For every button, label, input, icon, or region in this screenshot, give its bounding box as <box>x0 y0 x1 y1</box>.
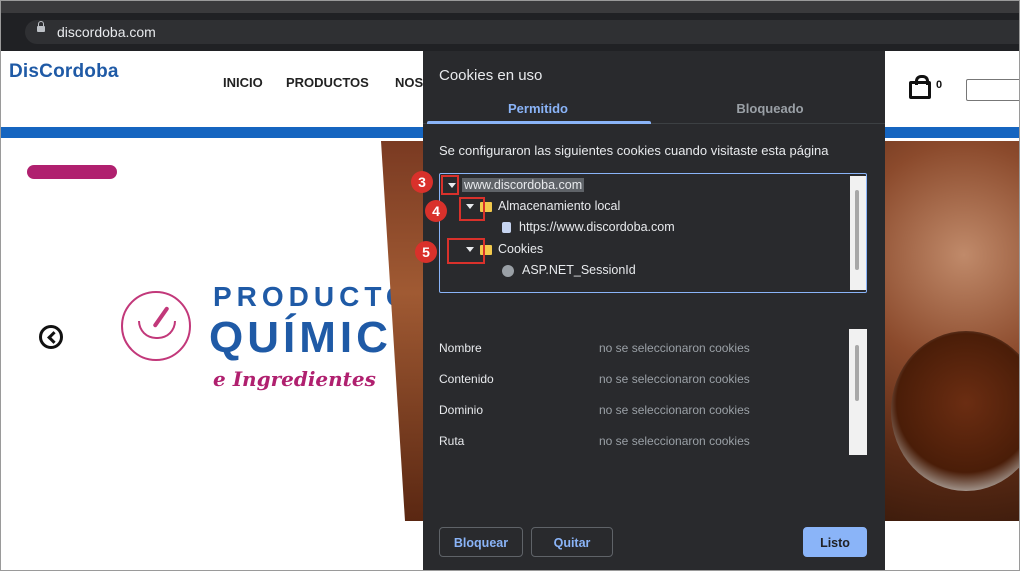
nav-nosotros[interactable]: NOS <box>395 75 423 90</box>
dialog-title: Cookies en uso <box>439 67 543 84</box>
omnibox[interactable]: discordoba.com <box>25 20 1019 44</box>
annotation-badge-5: 5 <box>415 241 437 263</box>
annotation-badge-4: 4 <box>425 200 447 222</box>
cookies-dialog: Cookies en uso Permitido Bloqueado Se co… <box>411 51 885 570</box>
annotation-box-3 <box>441 175 459 195</box>
tree-row-local-storage[interactable]: Almacenamiento local <box>466 199 620 213</box>
tree-row-local-storage-item[interactable]: https://www.discordoba.com <box>502 220 675 234</box>
tree-scrollbar[interactable] <box>850 176 866 290</box>
url-text[interactable]: discordoba.com <box>57 24 156 40</box>
shopping-bag-icon[interactable] <box>909 75 931 99</box>
property-value: no se seleccionaron cookies <box>599 372 750 386</box>
site-logo[interactable]: DisCordoba <box>9 61 119 83</box>
logo-part-cordoba: Cordoba <box>39 61 119 82</box>
tree-row-cookie-item[interactable]: ASP.NET_SessionId <box>502 263 636 277</box>
property-label: Dominio <box>439 403 484 417</box>
property-label: Nombre <box>439 341 482 355</box>
dialog-tabs: Permitido Bloqueado <box>423 93 885 124</box>
browser-address-bar: discordoba.com <box>1 13 1019 51</box>
properties-scrollbar[interactable] <box>849 329 867 455</box>
browser-tab-strip <box>1 1 1019 13</box>
cookie-icon <box>502 264 514 277</box>
property-label: Ruta <box>439 434 465 448</box>
done-button[interactable]: Listo <box>803 527 867 557</box>
tree-row-domain[interactable]: www.discordoba.com <box>448 178 585 192</box>
database-icon <box>502 222 511 234</box>
annotation-badge-3: 3 <box>411 171 433 193</box>
property-label: Contenido <box>439 372 494 386</box>
property-value: no se seleccionaron cookies <box>599 341 750 355</box>
cookies-folder-label: Cookies <box>498 242 544 256</box>
property-value: no se seleccionaron cookies <box>599 434 750 448</box>
active-tab-indicator <box>427 121 651 124</box>
tree-scrollbar-thumb[interactable] <box>855 190 859 270</box>
cart-count: 0 <box>936 79 943 91</box>
remove-button[interactable]: Quitar <box>531 527 613 557</box>
nav-productos[interactable]: PRODUCTOS <box>286 75 369 90</box>
banner-subheading: e Ingredientes <box>213 367 376 391</box>
property-row: Ruta no se seleccionaron cookies <box>439 426 849 456</box>
property-row: Nombre no se seleccionaron cookies <box>439 333 849 363</box>
local-storage-label: Almacenamiento local <box>498 199 621 213</box>
annotation-box-5 <box>447 238 485 264</box>
mortar-pestle-icon <box>121 291 191 361</box>
local-storage-item-label: https://www.discordoba.com <box>519 220 675 234</box>
domain-label: www.discordoba.com <box>462 178 585 192</box>
banner-heading-line1: PRODUCTO <box>213 281 413 312</box>
lock-icon[interactable] <box>37 21 45 32</box>
carousel-prev-icon[interactable] <box>39 325 63 349</box>
annotation-box-4 <box>459 197 485 221</box>
property-value: no se seleccionaron cookies <box>599 403 750 417</box>
properties-scrollbar-thumb[interactable] <box>855 345 859 401</box>
site-search-input[interactable] <box>966 79 1019 101</box>
dialog-description: Se configuraron las siguientes cookies c… <box>439 143 829 158</box>
tab-permitido[interactable]: Permitido <box>425 101 651 116</box>
nav-inicio[interactable]: INICIO <box>223 75 263 90</box>
screenshot-frame: discordoba.com DisCordoba INICIO PRODUCT… <box>0 0 1020 571</box>
property-row: Contenido no se seleccionaron cookies <box>439 364 849 394</box>
block-button[interactable]: Bloquear <box>439 527 523 557</box>
cookie-item-label: ASP.NET_SessionId <box>522 263 636 277</box>
banner-accent-bar <box>27 165 117 179</box>
logo-part-dis: Dis <box>9 61 40 82</box>
cookie-tree[interactable]: www.discordoba.com Almacenamiento local … <box>439 173 867 293</box>
tab-bloqueado[interactable]: Bloqueado <box>657 101 883 116</box>
property-row: Dominio no se seleccionaron cookies <box>439 395 849 425</box>
